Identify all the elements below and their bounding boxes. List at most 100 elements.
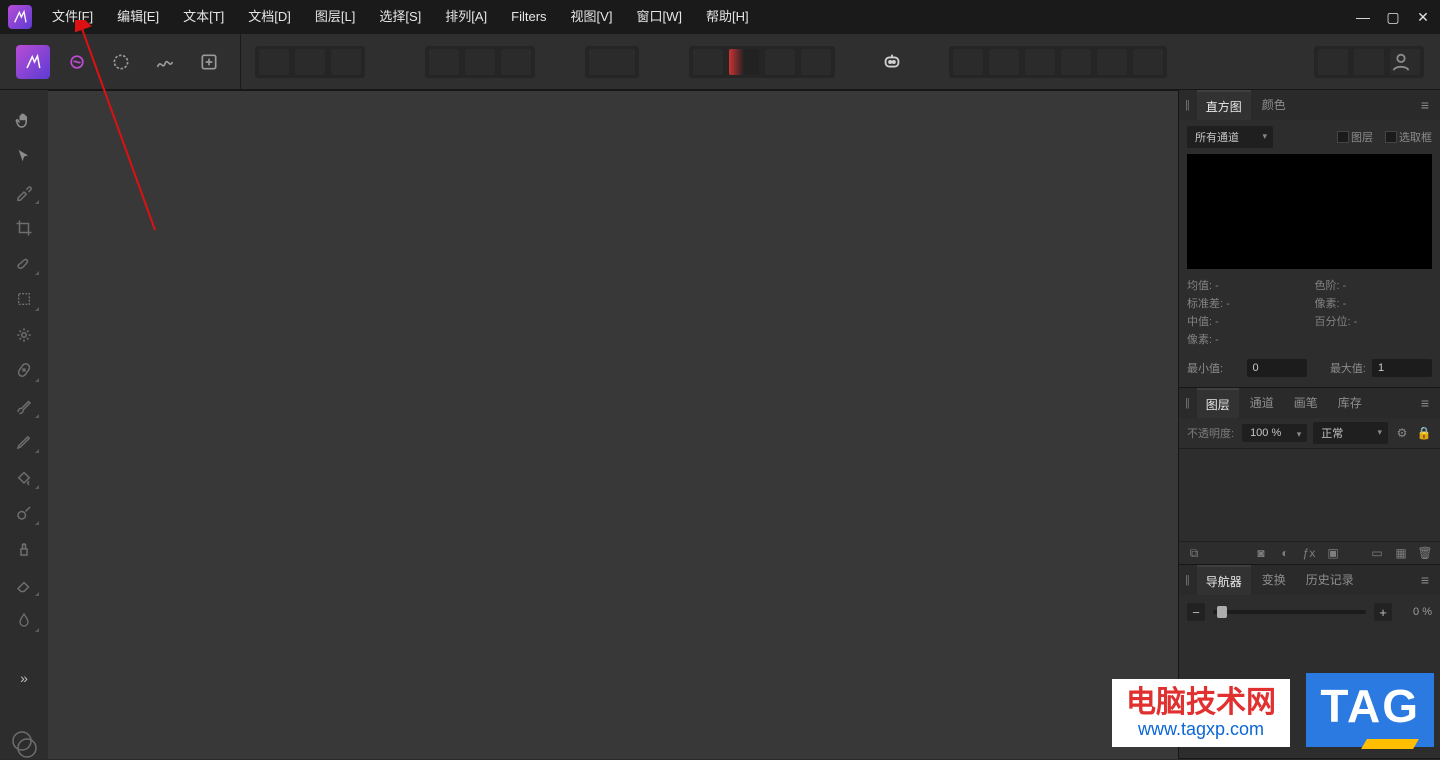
menu-edit[interactable]: 编辑[E] bbox=[105, 0, 171, 34]
tb-placeholder[interactable] bbox=[1061, 49, 1091, 75]
color-swatches[interactable] bbox=[8, 731, 40, 759]
clone-tool[interactable] bbox=[8, 536, 40, 562]
tab-layers[interactable]: 图层 bbox=[1197, 388, 1239, 418]
assistant-icon[interactable] bbox=[875, 45, 909, 79]
canvas-area[interactable] bbox=[48, 90, 1178, 759]
pencil-tool[interactable] bbox=[8, 429, 40, 455]
panel-menu-icon[interactable]: ≡ bbox=[1416, 96, 1434, 114]
persona-develop-icon[interactable] bbox=[104, 45, 138, 79]
persona-export-icon[interactable] bbox=[192, 45, 226, 79]
histogram-display bbox=[1187, 154, 1432, 269]
zoom-slider[interactable] bbox=[1213, 610, 1366, 614]
tab-history[interactable]: 历史记录 bbox=[1297, 565, 1363, 595]
tb-placeholder[interactable] bbox=[465, 49, 495, 75]
stat-pixels: 像素: - bbox=[1187, 331, 1305, 347]
menu-help[interactable]: 帮助[H] bbox=[694, 0, 761, 34]
tb-placeholder[interactable] bbox=[765, 49, 795, 75]
stat-mean: 均值: - bbox=[1187, 277, 1305, 293]
tb-placeholder[interactable] bbox=[801, 49, 831, 75]
flood-select-tool[interactable] bbox=[8, 322, 40, 348]
minimize-button[interactable]: — bbox=[1352, 6, 1374, 28]
menu-layer[interactable]: 图层[L] bbox=[303, 0, 367, 34]
opacity-select[interactable]: 100 % ▾ bbox=[1242, 424, 1307, 442]
blur-tool[interactable] bbox=[8, 607, 40, 633]
menu-file[interactable]: 文件[F] bbox=[40, 0, 105, 34]
account-icon[interactable] bbox=[1384, 45, 1418, 79]
menu-window[interactable]: 窗口[W] bbox=[624, 0, 694, 34]
view-hand-tool[interactable] bbox=[8, 108, 40, 134]
panel-menu-icon[interactable]: ≡ bbox=[1416, 394, 1434, 412]
check-selection[interactable]: 选取框 bbox=[1385, 129, 1432, 145]
tb-placeholder[interactable] bbox=[1133, 49, 1163, 75]
lock-icon[interactable]: 🔒 bbox=[1416, 425, 1432, 441]
tb-placeholder[interactable] bbox=[729, 49, 759, 75]
selection-brush-tool[interactable] bbox=[8, 251, 40, 277]
mask-icon[interactable]: ◙ bbox=[1254, 546, 1268, 560]
blend-mode-select[interactable]: 正常 ▾ bbox=[1313, 422, 1388, 444]
panel-menu-icon[interactable]: ≡ bbox=[1416, 571, 1434, 589]
trash-icon[interactable]: 🗑 bbox=[1418, 546, 1432, 560]
app-logo bbox=[8, 5, 32, 29]
persona-photo-icon[interactable] bbox=[16, 45, 50, 79]
drag-handle-icon[interactable]: || bbox=[1185, 397, 1189, 409]
max-input[interactable]: 1 bbox=[1372, 359, 1432, 377]
erase-tool[interactable] bbox=[8, 571, 40, 597]
fx-icon[interactable]: ƒx bbox=[1302, 546, 1316, 560]
tb-placeholder[interactable] bbox=[953, 49, 983, 75]
tab-stock[interactable]: 库存 bbox=[1329, 388, 1371, 418]
channel-select[interactable]: 所有通道 ▾ bbox=[1187, 126, 1273, 148]
stat-percentile: 百分位: - bbox=[1315, 313, 1433, 329]
tb-placeholder[interactable] bbox=[1025, 49, 1055, 75]
gear-icon[interactable]: ⚙ bbox=[1394, 425, 1410, 441]
paint-brush-tool[interactable] bbox=[8, 393, 40, 419]
adjust-icon[interactable]: ◐ bbox=[1278, 546, 1292, 560]
tb-placeholder[interactable] bbox=[429, 49, 459, 75]
healing-brush-tool[interactable] bbox=[8, 357, 40, 383]
tab-navigator[interactable]: 导航器 bbox=[1197, 565, 1251, 595]
close-button[interactable]: ✕ bbox=[1412, 6, 1434, 28]
persona-liquify-icon[interactable] bbox=[60, 45, 94, 79]
min-input[interactable]: 0 bbox=[1247, 359, 1307, 377]
merge-icon[interactable]: ⧉ bbox=[1187, 546, 1201, 560]
menu-filters[interactable]: Filters bbox=[499, 0, 558, 34]
persona-tone-icon[interactable] bbox=[148, 45, 182, 79]
zoom-out-button[interactable]: − bbox=[1187, 603, 1205, 621]
expand-tools[interactable]: » bbox=[8, 665, 40, 691]
tb-placeholder[interactable] bbox=[259, 49, 289, 75]
menu-arrange[interactable]: 排列[A] bbox=[433, 0, 499, 34]
menu-select[interactable]: 选择[S] bbox=[367, 0, 433, 34]
tab-channels[interactable]: 通道 bbox=[1241, 388, 1283, 418]
tab-transform[interactable]: 变换 bbox=[1253, 565, 1295, 595]
color-picker-tool[interactable] bbox=[8, 179, 40, 205]
zoom-in-button[interactable]: + bbox=[1374, 603, 1392, 621]
tb-placeholder[interactable] bbox=[1354, 49, 1384, 75]
maximize-button[interactable]: ▢ bbox=[1382, 6, 1404, 28]
menu-view[interactable]: 视图[V] bbox=[559, 0, 625, 34]
menu-text[interactable]: 文本[T] bbox=[171, 0, 236, 34]
fill-tool[interactable] bbox=[8, 464, 40, 490]
tab-color[interactable]: 颜色 bbox=[1253, 90, 1295, 120]
tb-placeholder[interactable] bbox=[693, 49, 723, 75]
group-icon[interactable]: ▭ bbox=[1370, 546, 1384, 560]
move-tool[interactable] bbox=[8, 144, 40, 170]
menu-document[interactable]: 文档[D] bbox=[236, 0, 303, 34]
tb-placeholder[interactable] bbox=[589, 49, 635, 75]
drag-handle-icon[interactable]: || bbox=[1185, 574, 1189, 586]
tb-placeholder[interactable] bbox=[331, 49, 361, 75]
tb-placeholder[interactable] bbox=[1318, 49, 1348, 75]
crop-layer-icon[interactable]: ▣ bbox=[1326, 546, 1340, 560]
crop-tool[interactable] bbox=[8, 215, 40, 241]
tab-brushes[interactable]: 画笔 bbox=[1285, 388, 1327, 418]
tb-placeholder[interactable] bbox=[989, 49, 1019, 75]
check-layer[interactable]: 图层 bbox=[1337, 129, 1373, 145]
tb-placeholder[interactable] bbox=[1097, 49, 1127, 75]
tab-histogram[interactable]: 直方图 bbox=[1197, 90, 1251, 120]
add-layer-icon[interactable]: ▦ bbox=[1394, 546, 1408, 560]
watermark-tag: TAG bbox=[1306, 673, 1434, 747]
marquee-tool[interactable] bbox=[8, 286, 40, 312]
dodge-tool[interactable] bbox=[8, 500, 40, 526]
drag-handle-icon[interactable]: || bbox=[1185, 99, 1189, 111]
tb-placeholder[interactable] bbox=[295, 49, 325, 75]
tb-placeholder[interactable] bbox=[501, 49, 531, 75]
layers-list[interactable] bbox=[1179, 449, 1440, 541]
